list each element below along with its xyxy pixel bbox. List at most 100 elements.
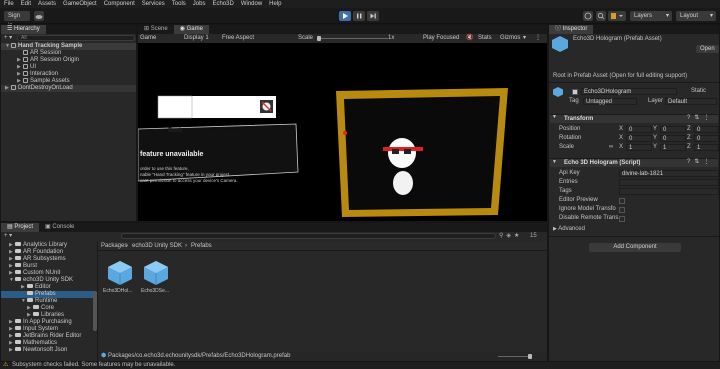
breadcrumb-packages[interactable]: Packages (101, 243, 127, 250)
layer-dropdown[interactable]: Default (665, 98, 717, 105)
tree-item-runtime[interactable]: ▼ Runtime (21, 298, 57, 305)
sign-in-button[interactable]: Sign in (4, 11, 30, 29)
menu-echo3d[interactable]: Echo3D (212, 0, 233, 8)
menu-jobs[interactable]: Jobs (193, 0, 206, 8)
menu-component[interactable]: Component (104, 0, 135, 8)
more-options-icon[interactable]: ⋮ (535, 35, 541, 42)
tree-item-prefabs[interactable]: Prefabs (1, 291, 96, 298)
rotation-z[interactable]: 0 (694, 135, 719, 142)
account-icon[interactable] (608, 11, 626, 21)
tree-item-jetbrains-rider-editor[interactable]: ▶ JetBrains Rider Editor (9, 333, 81, 340)
tree-item-custom-nunit[interactable]: ▶ Custom NUnit (9, 270, 60, 277)
gizmos-button[interactable]: Gizmos (500, 35, 520, 42)
scale-slider-handle[interactable] (317, 36, 321, 41)
asset-echo3dservice[interactable] (142, 259, 170, 287)
editor-preview-checkbox[interactable] (619, 198, 625, 204)
tags-field[interactable] (619, 188, 719, 195)
history-icon[interactable] (583, 11, 593, 21)
hierarchy-item-ar-session-origin[interactable]: ▶ AR Session Origin (17, 57, 79, 64)
position-y[interactable]: 0 (660, 126, 686, 133)
scale-slider[interactable] (318, 38, 388, 39)
tree-item-in-app-purchasing[interactable]: ▶ In App Purchasing (9, 319, 72, 326)
icon-size-slider-handle[interactable] (528, 354, 532, 359)
link-icon[interactable]: ∞ (609, 144, 613, 151)
menu-edit[interactable]: Edit (21, 0, 31, 8)
hierarchy-item-ar-session[interactable]: AR Session (23, 50, 61, 57)
rotation-y[interactable]: 0 (660, 135, 686, 142)
cloud-icon[interactable] (34, 11, 44, 21)
menu-tools[interactable]: Tools (172, 0, 186, 8)
icon-size-slider[interactable] (498, 356, 528, 357)
api-key-field[interactable]: divine-lab-1821 (619, 170, 719, 177)
tree-item-mathematics[interactable]: ▶ Mathematics (9, 340, 57, 347)
menu-help[interactable]: Help (269, 0, 281, 8)
breadcrumb-prefabs[interactable]: Prefabs (191, 243, 212, 250)
tree-item-ar-subsystems[interactable]: ▶ AR Subsystems (9, 256, 66, 263)
tree-item-burst[interactable]: ▶ Burst (9, 263, 37, 270)
rotation-x[interactable]: 0 (626, 135, 652, 142)
play-mode-dropdown[interactable]: Play Focused (423, 35, 459, 42)
tree-item-input-system[interactable]: ▶ Input System (9, 326, 58, 333)
breadcrumb-sdk[interactable]: echo3D Unity SDK (132, 243, 182, 250)
component-menu-icons[interactable]: ?⇅⋮ (687, 159, 713, 166)
menu-file[interactable]: File (4, 0, 14, 8)
project-add-button[interactable]: + ▾ (4, 233, 12, 240)
scale-z[interactable]: 1 (694, 144, 719, 151)
scale-x[interactable]: 1 (626, 144, 652, 151)
chevron-down-icon[interactable]: ▼ (552, 114, 557, 121)
active-checkbox[interactable] (572, 89, 578, 95)
open-button[interactable]: Open (696, 45, 719, 53)
menu-services[interactable]: Services (142, 0, 165, 8)
position-z[interactable]: 0 (694, 126, 719, 133)
gizmos-dropdown-icon[interactable]: ▾ (523, 35, 526, 42)
tab-hierarchy[interactable]: ☰ Hierarchy (1, 25, 46, 34)
layout-dropdown[interactable]: Layout ▾ (676, 11, 716, 21)
tree-item-core[interactable]: ▶ Core (27, 305, 54, 312)
hierarchy-item-ui[interactable]: ▶ UI (17, 64, 36, 71)
layers-dropdown[interactable]: Layers ▾ (630, 11, 672, 21)
tab-inspector[interactable]: ⓘ Inspector (549, 25, 594, 34)
entries-field[interactable] (619, 179, 719, 186)
menu-window[interactable]: Window (241, 0, 262, 8)
object-name-field[interactable]: Echo3DHologram (581, 88, 677, 95)
menu-assets[interactable]: Assets (38, 0, 56, 8)
mute-icon[interactable]: 🔇 (466, 35, 473, 42)
chevron-down-icon[interactable]: ▼ (552, 159, 557, 166)
static-toggle[interactable]: Static (691, 88, 706, 95)
hierarchy-add-button[interactable]: + ▾ (4, 35, 12, 42)
tab-project[interactable]: ▤ Project (1, 223, 40, 232)
menu-gameobject[interactable]: GameObject (63, 0, 97, 8)
add-component-button[interactable]: Add Component (589, 243, 681, 252)
scale-y[interactable]: 1 (660, 144, 686, 151)
stats-button[interactable]: Stats (478, 35, 492, 42)
hierarchy-item-dontdestroyonload[interactable]: ▶ DontDestroyOnLoad (1, 85, 136, 92)
play-button[interactable] (339, 11, 351, 21)
position-x[interactable]: 0 (626, 126, 652, 133)
component-menu-icons[interactable]: ?⇅⋮ (687, 115, 713, 122)
tab-console[interactable]: ▣ Console (39, 223, 80, 232)
advanced-foldout[interactable]: ▶ Advanced (553, 226, 585, 233)
asset-echo3dhologram[interactable] (106, 259, 134, 287)
tree-item-analytics-library[interactable]: ▶ Analytics Library (9, 242, 67, 249)
pause-button[interactable] (353, 11, 365, 21)
hierarchy-item-sample-assets[interactable]: ▶ Sample Assets (17, 78, 70, 85)
aspect-dropdown[interactable]: Free Aspect (222, 35, 254, 42)
hierarchy-item-interaction[interactable]: ▶ Interaction (17, 71, 58, 78)
project-filter-icons[interactable]: ⚲◈★ (499, 233, 522, 240)
hierarchy-search-input[interactable]: All (17, 35, 135, 41)
tree-item-libraries[interactable]: ▶ Libraries (27, 312, 64, 319)
ignore-model-transform-checkbox[interactable] (619, 207, 625, 213)
back-button[interactable]: Back (168, 128, 182, 134)
display-dropdown[interactable]: Display 1 (184, 35, 209, 42)
tab-game[interactable]: ◉ Game (173, 25, 209, 34)
tree-item-ar-foundation[interactable]: ▶ AR Foundation (9, 249, 63, 256)
hierarchy-item-hand-tracking-sample[interactable]: ▼ Hand Tracking Sample (1, 43, 136, 50)
project-search-input[interactable] (121, 233, 496, 239)
step-button[interactable] (367, 11, 379, 21)
tree-item-echo3d-unity-sdk[interactable]: ▼ echo3D Unity SDK (9, 277, 73, 284)
tag-dropdown[interactable]: Untagged (583, 98, 637, 105)
tree-item-newtonsoft-json[interactable]: ▶ Newtonsoft Json (9, 347, 67, 354)
tree-item-editor[interactable]: ▶ Editor (21, 284, 51, 291)
game-mode-dropdown[interactable]: Game (140, 35, 156, 42)
search-icon[interactable] (596, 11, 606, 21)
